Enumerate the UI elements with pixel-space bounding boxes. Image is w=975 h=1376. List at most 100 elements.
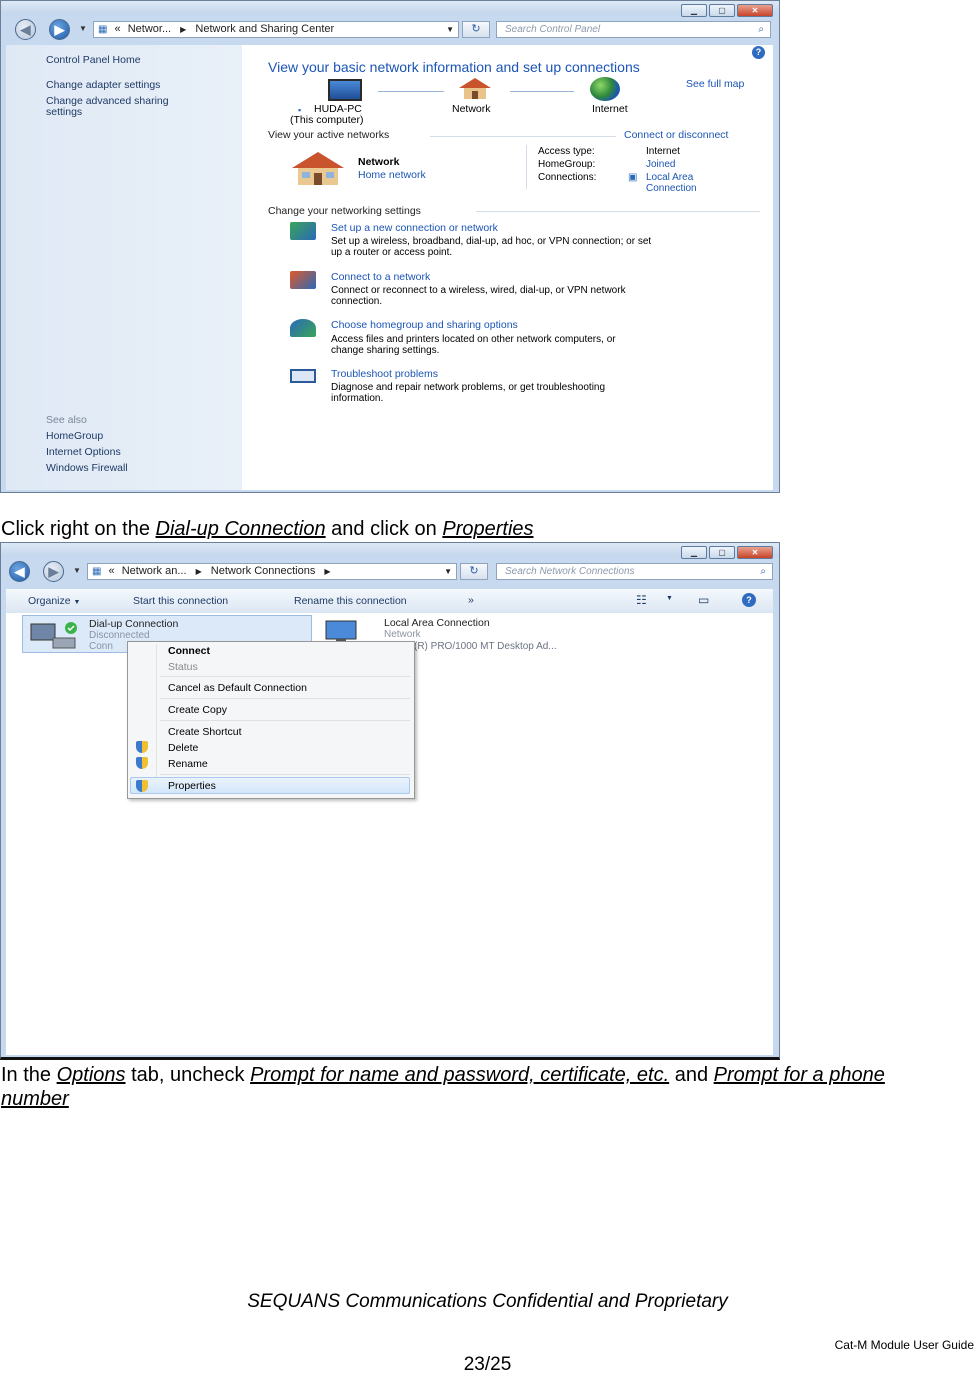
- prompt-phone-number-term-cont: number: [1, 1088, 69, 1110]
- view-options-chevron-icon[interactable]: ▼: [666, 595, 673, 602]
- home-network-icon: [290, 151, 346, 185]
- prompt-phone-number-term: Prompt for a phone: [713, 1064, 885, 1086]
- title-bar: [1, 543, 779, 557]
- breadcrumb-item[interactable]: Networ...: [128, 23, 171, 35]
- preview-pane-icon[interactable]: ▭: [698, 593, 709, 607]
- address-bar[interactable]: ▦ « Networ... ▶ Network and Sharing Cent…: [93, 21, 459, 38]
- task-description-line2: information.: [331, 393, 384, 404]
- menu-item-connect[interactable]: Connect: [168, 645, 210, 657]
- breadcrumb-item[interactable]: Network an...: [122, 565, 187, 577]
- command-bar: Organize ▼ Start this connection Rename …: [6, 589, 773, 614]
- address-dropdown-icon[interactable]: ▼: [446, 22, 454, 37]
- map-network-label: Network: [452, 103, 491, 115]
- sidebar-item-windows-firewall[interactable]: Windows Firewall: [46, 462, 128, 474]
- connections-list: Dial-up Connection Disconnected Conn Loc…: [6, 613, 773, 1055]
- search-icon[interactable]: ⌕: [760, 564, 766, 579]
- shield-icon: [136, 780, 148, 792]
- sidebar-item-homegroup[interactable]: HomeGroup: [46, 430, 103, 442]
- close-button[interactable]: ✕: [737, 4, 773, 17]
- sidebar-item-control-panel-home[interactable]: Control Panel Home: [46, 54, 141, 66]
- lan-icon: ▣: [628, 172, 638, 183]
- active-network-type-link[interactable]: Home network: [358, 169, 426, 181]
- page-title: View your basic network information and …: [268, 59, 640, 75]
- address-bar[interactable]: ▦ « Network an... ▶ Network Connections …: [87, 563, 457, 580]
- search-input[interactable]: Search Control Panel ⌕: [496, 21, 771, 38]
- menu-item-cancel-default[interactable]: Cancel as Default Connection: [168, 682, 307, 694]
- modem-icon: [29, 620, 77, 650]
- access-type-label: Access type:: [538, 146, 595, 157]
- access-type-value: Internet: [646, 146, 680, 157]
- prompt-name-password-term: Prompt for name and password, certificat…: [250, 1064, 670, 1086]
- menu-item-rename[interactable]: Rename: [168, 758, 208, 770]
- help-icon[interactable]: ?: [742, 593, 756, 607]
- title-bar: [1, 1, 779, 15]
- task-title[interactable]: Set up a new connection or network: [331, 222, 498, 234]
- control-panel-icon: ▦: [98, 24, 108, 35]
- more-commands-button[interactable]: »: [468, 594, 474, 606]
- search-input[interactable]: Search Network Connections ⌕: [496, 563, 773, 580]
- local-area-connection-link-line2[interactable]: Connection: [646, 182, 697, 195]
- close-button[interactable]: ✕: [737, 546, 773, 559]
- maximize-button[interactable]: ▢: [709, 546, 735, 559]
- computer-icon: [328, 79, 362, 101]
- dialup-connection-term: Dial-up Connection: [155, 518, 326, 540]
- menu-item-create-copy[interactable]: Create Copy: [168, 704, 227, 716]
- network-connections-window: ▁ ▢ ✕ ◀ ▶ ▼ ▦ « Network an... ▶ Network …: [0, 542, 780, 1060]
- navigation-bar: ◀ ▶ ▼ ▦ « Networ... ▶ Network and Sharin…: [7, 17, 773, 43]
- forward-button[interactable]: ▶: [43, 561, 64, 582]
- minimize-button[interactable]: ▁: [681, 4, 707, 17]
- menu-item-delete[interactable]: Delete: [168, 742, 198, 754]
- sidebar-item-adapter-settings[interactable]: Change adapter settings: [46, 79, 160, 91]
- back-button[interactable]: ◀: [15, 19, 36, 40]
- menu-item-create-shortcut[interactable]: Create Shortcut: [168, 726, 242, 738]
- recent-pages-dropdown-icon[interactable]: ▼: [79, 24, 87, 33]
- back-button[interactable]: ◀: [9, 561, 30, 582]
- search-icon[interactable]: ⌕: [758, 22, 764, 37]
- organize-menu[interactable]: Organize ▼: [28, 595, 80, 607]
- address-dropdown-icon[interactable]: ▼: [444, 564, 452, 579]
- recent-pages-dropdown-icon[interactable]: ▼: [73, 566, 81, 575]
- maximize-button[interactable]: ▢: [709, 4, 735, 17]
- menu-separator: [160, 676, 410, 677]
- menu-item-status[interactable]: Status: [168, 661, 198, 673]
- breadcrumb-separator-icon: ▶: [324, 567, 331, 576]
- menu-item-properties[interactable]: Properties: [168, 780, 216, 792]
- section-divider: [430, 136, 616, 137]
- homegroup-joined-link[interactable]: Joined: [646, 158, 675, 171]
- task-title[interactable]: Choose homegroup and sharing options: [331, 319, 518, 331]
- task-title[interactable]: Troubleshoot problems: [331, 368, 438, 380]
- rename-connection-button[interactable]: Rename this connection: [294, 595, 407, 607]
- sidebar-item-internet-options[interactable]: Internet Options: [46, 446, 121, 458]
- main-panel: ? View your basic network information an…: [242, 45, 773, 490]
- network-folder-icon: ▦: [92, 566, 102, 577]
- task-title[interactable]: Connect to a network: [331, 271, 430, 283]
- task-description: Diagnose and repair network problems, or…: [331, 382, 606, 393]
- refresh-button[interactable]: ↻: [462, 21, 490, 38]
- breadcrumb-separator-icon: ▶: [180, 25, 187, 34]
- help-icon[interactable]: ?: [752, 46, 765, 59]
- task-description-line2: change sharing settings.: [331, 345, 440, 356]
- refresh-button[interactable]: ↻: [460, 563, 488, 580]
- caption-buttons: ▁ ▢ ✕: [681, 546, 773, 559]
- see-full-map-link[interactable]: See full map: [686, 78, 744, 90]
- forward-button[interactable]: ▶: [49, 19, 70, 40]
- chevron-down-icon: ▼: [73, 599, 81, 606]
- sidebar: Control Panel Home Change adapter settin…: [6, 45, 242, 490]
- task-description: Set up a wireless, broadband, dial-up, a…: [331, 236, 652, 247]
- breadcrumb-item[interactable]: Network and Sharing Center: [195, 23, 334, 35]
- breadcrumb-item[interactable]: Network Connections: [211, 565, 316, 577]
- vertical-divider: [526, 145, 527, 189]
- active-network-name: Network: [358, 156, 400, 168]
- start-connection-button[interactable]: Start this connection: [133, 595, 228, 607]
- confidential-footer: SEQUANS Communications Confidential and …: [247, 1291, 728, 1312]
- connection-device: Conn: [89, 641, 113, 652]
- minimize-button[interactable]: ▁: [681, 546, 707, 559]
- connections-label: Connections:: [538, 172, 597, 183]
- options-tab-term: Options: [56, 1064, 126, 1086]
- connect-disconnect-link[interactable]: Connect or disconnect: [624, 129, 728, 141]
- task-description: Connect or reconnect to a wireless, wire…: [331, 285, 626, 296]
- globe-icon: [590, 77, 620, 101]
- map-connector-line: [378, 91, 444, 92]
- change-view-icon[interactable]: ☷: [636, 593, 647, 607]
- sidebar-item-advanced-sharing-line2[interactable]: settings: [46, 106, 82, 118]
